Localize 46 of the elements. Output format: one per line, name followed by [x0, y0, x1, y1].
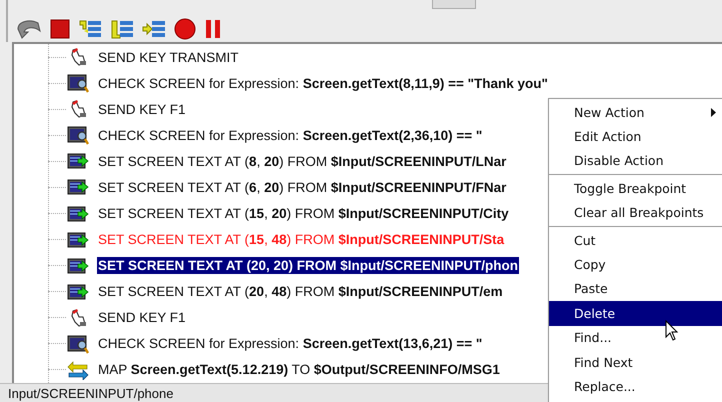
mouse-pointer-icon	[665, 320, 679, 342]
tree-item[interactable]: MAP Screen.getText(5.12.219) TO $Output/SCREENINFO/MSG1	[97, 361, 501, 378]
menu-item[interactable]: Copy	[549, 252, 722, 277]
submenu-arrow-icon	[711, 108, 716, 117]
screen-magnifier-icon	[67, 125, 89, 146]
screen-arrow-icon	[67, 177, 89, 198]
screen-arrow-icon	[67, 256, 89, 276]
menu-item[interactable]: New Action	[549, 100, 722, 124]
menu-item[interactable]: Cut	[549, 228, 722, 252]
tree-item[interactable]: SEND KEY TRANSMIT	[97, 48, 240, 66]
tree-item[interactable]: SET SCREEN TEXT AT (6, 20) FROM $Input/SCREENINPUT/FNar	[97, 178, 508, 196]
screen-arrow-icon	[67, 282, 89, 302]
status-text: Input/SCREENINPUT/phone	[8, 386, 174, 400]
tree-item[interactable]: CHECK SCREEN for Expression: Screen.getText(8,11,9) == "Thank you"	[97, 74, 549, 92]
record-icon[interactable]	[174, 18, 196, 40]
pause-icon[interactable]	[204, 19, 222, 39]
menu-item[interactable]: Disable Action	[549, 148, 722, 174]
tree-item[interactable]: CHECK SCREEN for Expression: Screen.getText(13,6,21) == "	[97, 335, 484, 352]
stop-icon[interactable]	[50, 19, 70, 39]
menu-item[interactable]: Clear all Breakpoints	[549, 200, 722, 225]
tree-item[interactable]: SEND KEY F1	[97, 100, 187, 118]
step-out-icon[interactable]	[142, 19, 166, 39]
screen-magnifier-icon	[67, 73, 89, 94]
undo-arrow-icon[interactable]	[16, 19, 42, 39]
tree-item[interactable]: SET SCREEN TEXT AT (20, 48) FROM $Input/SCREENINPUT/em	[97, 283, 504, 300]
menu-item[interactable]: Replace...	[549, 374, 722, 399]
screen-arrow-icon	[67, 204, 89, 224]
tree-item[interactable]: SET SCREEN TEXT AT (20, 20) FROM $Input/SCREENINPUT/phon	[97, 257, 520, 274]
step-over-icon[interactable]	[110, 19, 134, 39]
tree-item[interactable]: CHECK SCREEN for Expression: Screen.getText(2,36,10) == "	[97, 126, 484, 144]
tree-item[interactable]: SET SCREEN TEXT AT (8, 20) FROM $Input/SCREENINPUT/LNar	[97, 152, 508, 170]
double-arrow-icon	[67, 360, 89, 380]
menu-item[interactable]: Find...	[549, 326, 722, 350]
screen-arrow-icon	[67, 230, 89, 250]
menu-item[interactable]: Find Next	[549, 350, 722, 374]
menu-item[interactable]: Edit Action	[549, 124, 722, 149]
tree-item[interactable]: SET SCREEN TEXT AT (15, 20) FROM $Input/SCREENINPUT/City	[97, 205, 510, 222]
menu-item[interactable]: Delete	[549, 301, 722, 326]
tree-item[interactable]: SEND KEY F1	[97, 309, 187, 326]
screen-magnifier-icon	[67, 334, 89, 354]
screen-arrow-icon	[67, 151, 89, 172]
menu-item[interactable]: Toggle Breakpoint	[549, 176, 722, 201]
step-into-icon[interactable]	[78, 19, 102, 39]
tree-item[interactable]: SET SCREEN TEXT AT (15, 48) FROM $Input/SCREENINPUT/Sta	[97, 231, 506, 248]
split-pane-handle[interactable]	[432, 0, 476, 9]
menu-item[interactable]: Paste	[549, 276, 722, 302]
